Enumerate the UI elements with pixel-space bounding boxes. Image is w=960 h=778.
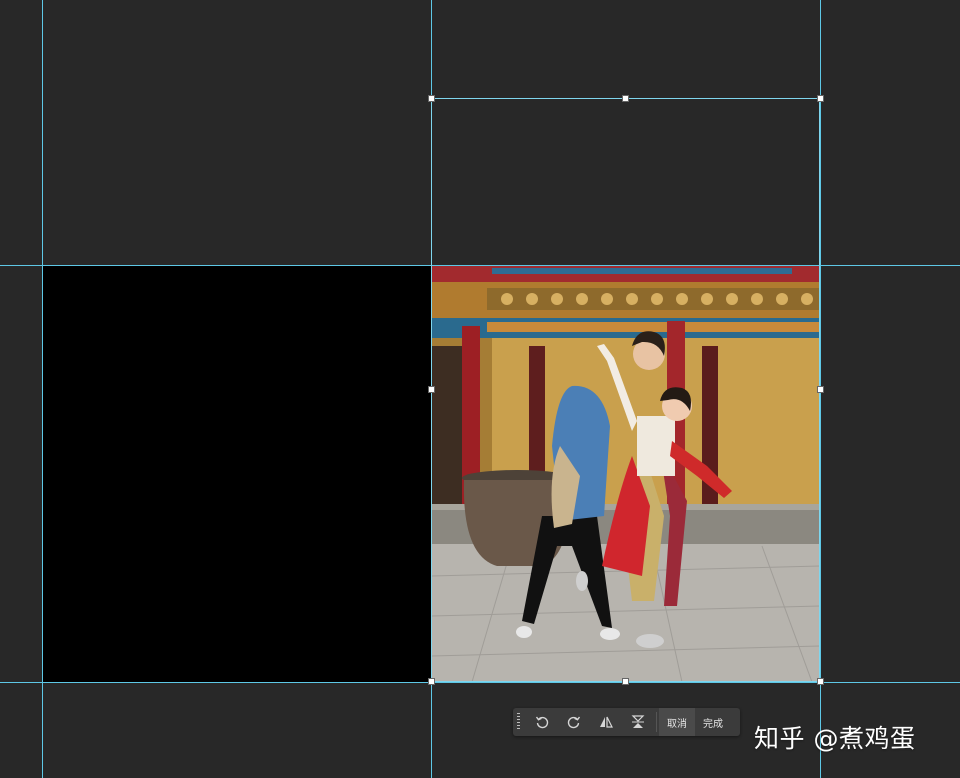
crop-handle-top-left[interactable] <box>428 95 435 102</box>
crop-handle-top-right[interactable] <box>817 95 824 102</box>
watermark-text: 知乎 @煮鸡蛋 <box>754 724 916 753</box>
crop-handle-middle-right[interactable] <box>817 386 824 393</box>
crop-toolbar: 取消 完成 <box>513 708 740 736</box>
flip-horizontal-button[interactable] <box>590 708 622 736</box>
crop-handle-top-middle[interactable] <box>622 95 629 102</box>
grip-icon[interactable] <box>517 713 520 731</box>
cancel-button[interactable]: 取消 <box>659 708 695 736</box>
flip-vertical-button[interactable] <box>622 708 654 736</box>
flip-vertical-icon <box>631 715 645 728</box>
flip-horizontal-icon <box>600 716 613 728</box>
done-button[interactable]: 完成 <box>695 708 731 736</box>
rotate-left-button[interactable] <box>526 708 558 736</box>
rotate-right-icon <box>567 716 581 729</box>
rotate-left-icon <box>535 716 549 729</box>
rotate-right-button[interactable] <box>558 708 590 736</box>
crop-handle-bottom-right[interactable] <box>817 678 824 685</box>
crop-frame[interactable] <box>431 98 820 682</box>
crop-handle-middle-left[interactable] <box>428 386 435 393</box>
black-canvas-fill <box>43 266 431 682</box>
toolbar-divider <box>656 712 657 732</box>
horizontal-guide-bottom[interactable] <box>0 682 960 683</box>
crop-handle-bottom-middle[interactable] <box>622 678 629 685</box>
crop-handle-bottom-left[interactable] <box>428 678 435 685</box>
